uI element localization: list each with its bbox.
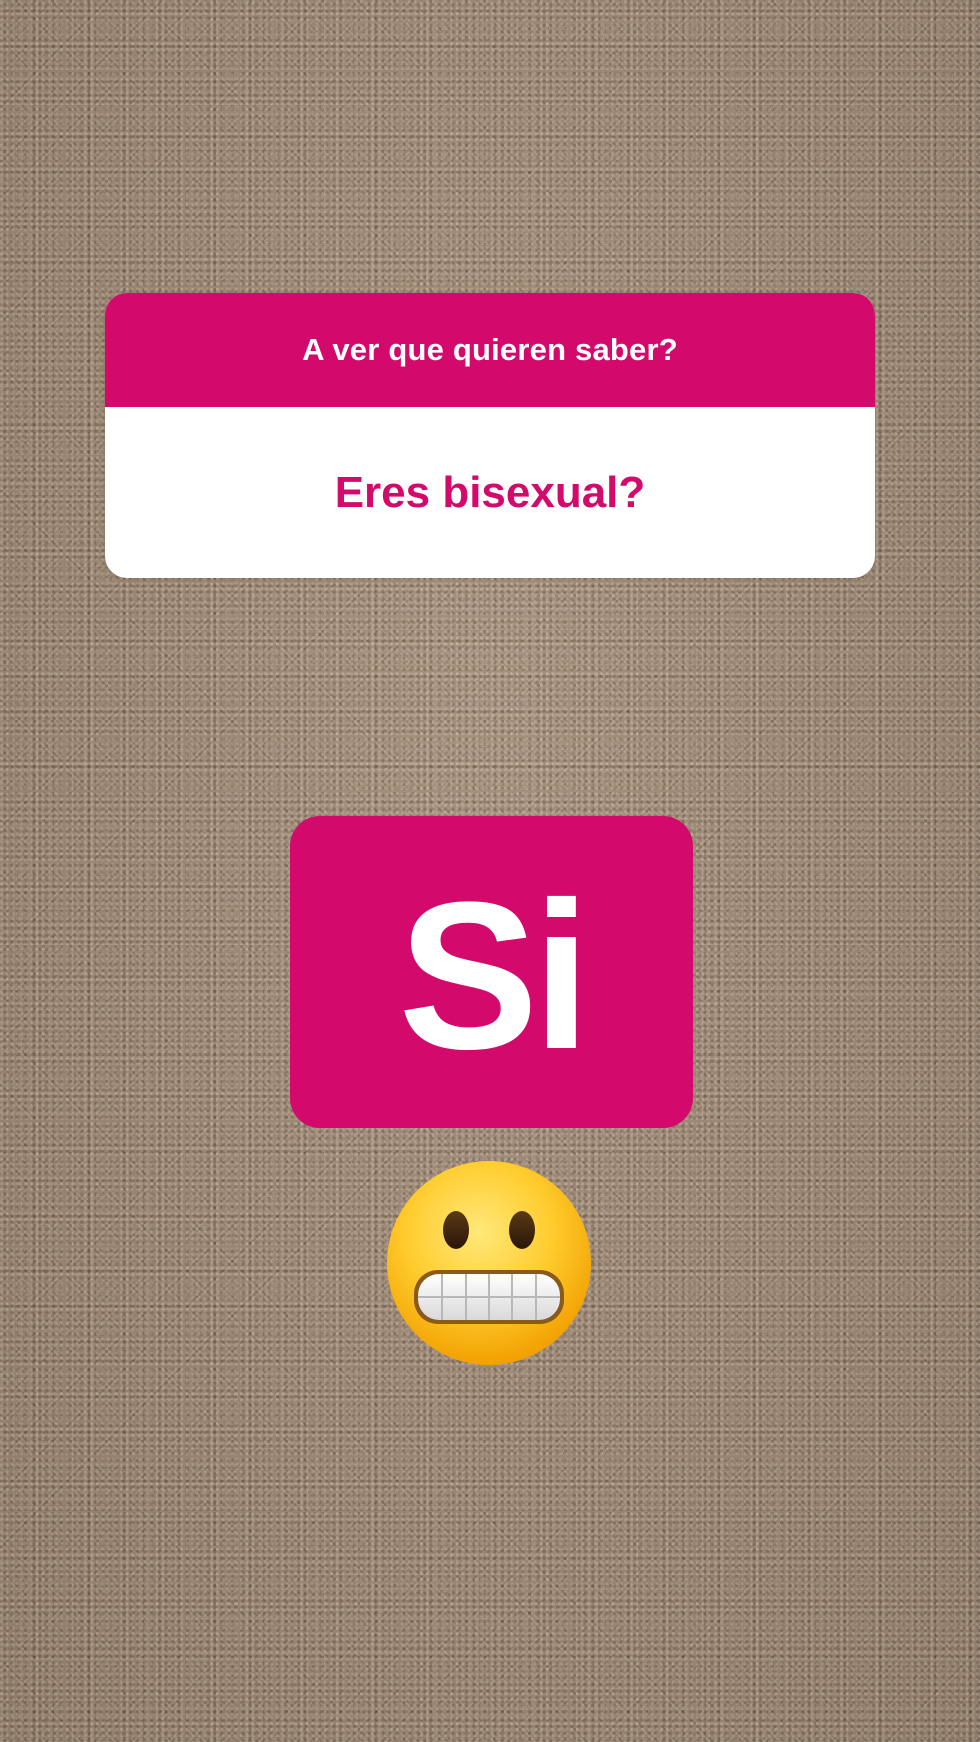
question-text: Eres bisexual? [334, 467, 646, 517]
answer-text: Si [398, 858, 590, 1093]
answer-sticker: Si [290, 816, 693, 1128]
question-sticker: A ver que quieren saber? Eres bisexual? [105, 293, 875, 578]
question-prompt: A ver que quieren saber? [105, 293, 875, 407]
grimacing-face-icon [387, 1161, 591, 1365]
